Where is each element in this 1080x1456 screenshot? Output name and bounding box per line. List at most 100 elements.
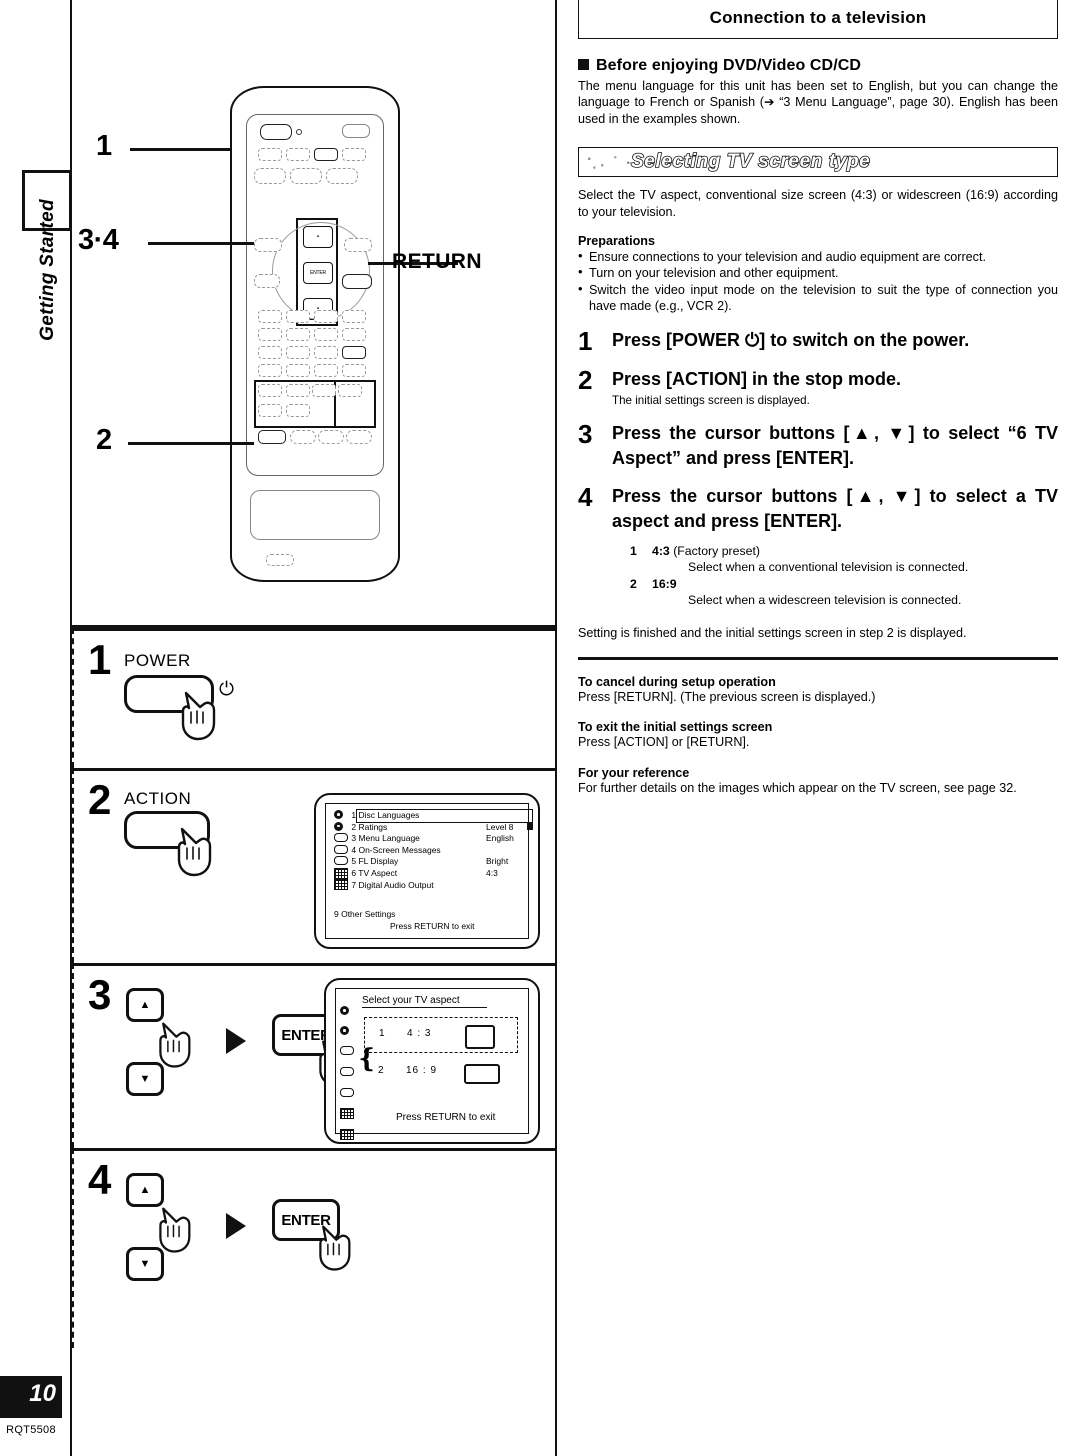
hand-cursor-icon xyxy=(152,1203,208,1259)
remote-key xyxy=(342,346,366,359)
bar-icon xyxy=(340,1084,360,1102)
note-title: To cancel during setup operation xyxy=(578,675,776,690)
right-column: Connection to a television Before enjoyi… xyxy=(578,0,1058,796)
remote-return-key xyxy=(342,274,372,289)
remote-key xyxy=(258,404,282,417)
remote-key xyxy=(314,346,338,359)
callout-return-label: RETURN xyxy=(392,250,482,273)
osd-row[interactable]: 1 Disc Languages xyxy=(334,809,533,823)
osd-row[interactable]: 7 Digital Audio Output xyxy=(334,879,520,891)
hand-cursor-icon xyxy=(174,687,230,743)
grid-icon xyxy=(340,1126,360,1144)
remote-key xyxy=(290,430,316,444)
osd-tv-aspect-screen: ❴ Select your TV aspect 1 4 : 3 2 16 : 9… xyxy=(324,978,540,1144)
remote-key xyxy=(266,554,294,566)
step-panel-1-number: 1 xyxy=(88,636,112,683)
osd-aspect-title: Select your TV aspect xyxy=(362,995,487,1008)
disc-icon xyxy=(334,821,349,833)
step-number: 2 xyxy=(578,364,593,395)
power-button-label: POWER xyxy=(124,651,191,670)
osd-aspect-body: Select your TV aspect 1 4 : 3 2 16 : 9 P… xyxy=(362,995,522,1127)
page-title: Connection to a television xyxy=(709,8,927,27)
osd-row-label: 4 On-Screen Messages xyxy=(351,844,441,855)
section-title-box: Connection to a television xyxy=(578,0,1058,39)
remote-action-key xyxy=(258,430,286,444)
step-subtext: The initial settings screen is displayed… xyxy=(612,393,810,407)
osd-aspect-option-ratio: 4 : 3 xyxy=(407,1028,432,1039)
step-panel-2-number: 2 xyxy=(88,776,112,823)
note-section-reference: For your reference For further details o… xyxy=(578,766,1058,796)
callout-1: 1 xyxy=(96,130,112,162)
before-enjoying-body: The menu language for this unit has been… xyxy=(578,79,1058,126)
remote-power-key xyxy=(260,124,292,140)
flow-arrow-icon xyxy=(226,1213,246,1239)
osd-row-value: Bright xyxy=(486,856,509,866)
osd-row-value: 4:3 xyxy=(486,867,498,878)
callout-3-4: 3·4 xyxy=(78,224,119,256)
remote-key xyxy=(286,148,310,161)
preparations-item: Ensure connections to your television an… xyxy=(578,248,1058,265)
note-text: For further details on the images which … xyxy=(578,780,1017,795)
instruction-step-4: 4 Press the cursor buttons [▲, ▼] to sel… xyxy=(578,484,1058,534)
remote-key xyxy=(258,328,282,341)
aspect-option-desc: Select when a conventional television is… xyxy=(688,560,969,575)
aspect-option-line: 1 4:3 (Factory preset) xyxy=(630,543,1058,560)
osd-aspect-option-ratio: 16 : 9 xyxy=(406,1065,438,1076)
remote-body: ▪ ENTER ▪ xyxy=(230,86,400,582)
disc-icon xyxy=(334,810,349,821)
callout-3-4-leader xyxy=(148,242,254,245)
aspect-options-list: 1 4:3 (Factory preset) Select when a conv… xyxy=(630,543,1058,609)
disc-icon xyxy=(340,1021,360,1039)
remote-key xyxy=(286,328,310,341)
remote-key xyxy=(258,310,282,323)
cursor-up-button[interactable]: ▲ xyxy=(126,988,164,1022)
remote-key xyxy=(342,148,366,161)
osd-row[interactable]: 4 On-Screen Messages xyxy=(334,844,520,857)
remote-key xyxy=(290,168,322,184)
before-enjoying-heading: Before enjoying DVD/Video CD/CD xyxy=(578,57,1058,75)
osd-aspect-exit-hint: Press RETURN to exit xyxy=(396,1112,496,1123)
remote-key xyxy=(258,364,282,377)
remote-key xyxy=(338,384,362,397)
remote-key xyxy=(342,328,366,341)
note-title: For your reference xyxy=(578,765,690,780)
preparations-item: Turn on your television and other equipm… xyxy=(578,264,1058,281)
instruction-step-3: 3 Press the cursor buttons [▲, ▼] to sel… xyxy=(578,421,1058,471)
remote-key xyxy=(314,310,338,323)
remote-key xyxy=(258,148,282,161)
remote-key xyxy=(286,346,310,359)
osd-aspect-option-1[interactable]: 1 4 : 3 xyxy=(364,1017,518,1053)
aspect-option-number: 2 xyxy=(630,576,637,591)
aspect-option-value: 16:9 xyxy=(652,576,677,591)
osd-row-label: 5 FL Display xyxy=(351,856,399,867)
aspect-option-value: 4:3 xyxy=(652,543,670,558)
aspect-option-desc: Select when a widescreen television is c… xyxy=(688,593,962,608)
osd-row[interactable]: 5 FL Display Bright xyxy=(334,856,520,868)
disc-icon xyxy=(340,1001,360,1019)
callout-1-leader xyxy=(130,148,232,151)
osd-row[interactable]: 2 Ratings Level 8 xyxy=(334,821,533,834)
osd-row-label: 3 Menu Language xyxy=(351,833,420,844)
remote-key xyxy=(312,384,336,397)
osd-row[interactable]: 3 Menu Language English xyxy=(334,833,520,845)
step-number: 4 xyxy=(578,481,593,512)
step-text: Press [POWER ⏻] to switch on the power. xyxy=(612,329,970,350)
preparations-list: Ensure connections to your television an… xyxy=(578,248,1058,315)
remote-key xyxy=(254,274,280,288)
osd-aspect-icon-column xyxy=(340,999,360,1147)
osd-aspect-option-number: 1 xyxy=(379,1028,385,1039)
osd-exit-hint: Press RETURN to exit xyxy=(390,920,475,931)
osd-row[interactable]: 6 TV Aspect 4:3 xyxy=(334,867,520,880)
aspect-option-line: 2 16:9 xyxy=(630,576,1058,593)
remote-open-key xyxy=(342,124,370,138)
remote-key xyxy=(314,328,338,341)
remote-key xyxy=(254,238,282,252)
flow-arrow-icon xyxy=(226,1028,246,1054)
osd-aspect-option-2[interactable]: 2 16 : 9 xyxy=(364,1055,516,1089)
remote-key xyxy=(346,430,372,444)
step-number: 1 xyxy=(578,325,593,356)
osd-other-settings[interactable]: 9 Other Settings xyxy=(334,909,395,920)
square-bullet-icon xyxy=(578,59,589,70)
remote-power-dot xyxy=(296,129,302,135)
cursor-up-button[interactable]: ▲ xyxy=(126,1173,164,1207)
